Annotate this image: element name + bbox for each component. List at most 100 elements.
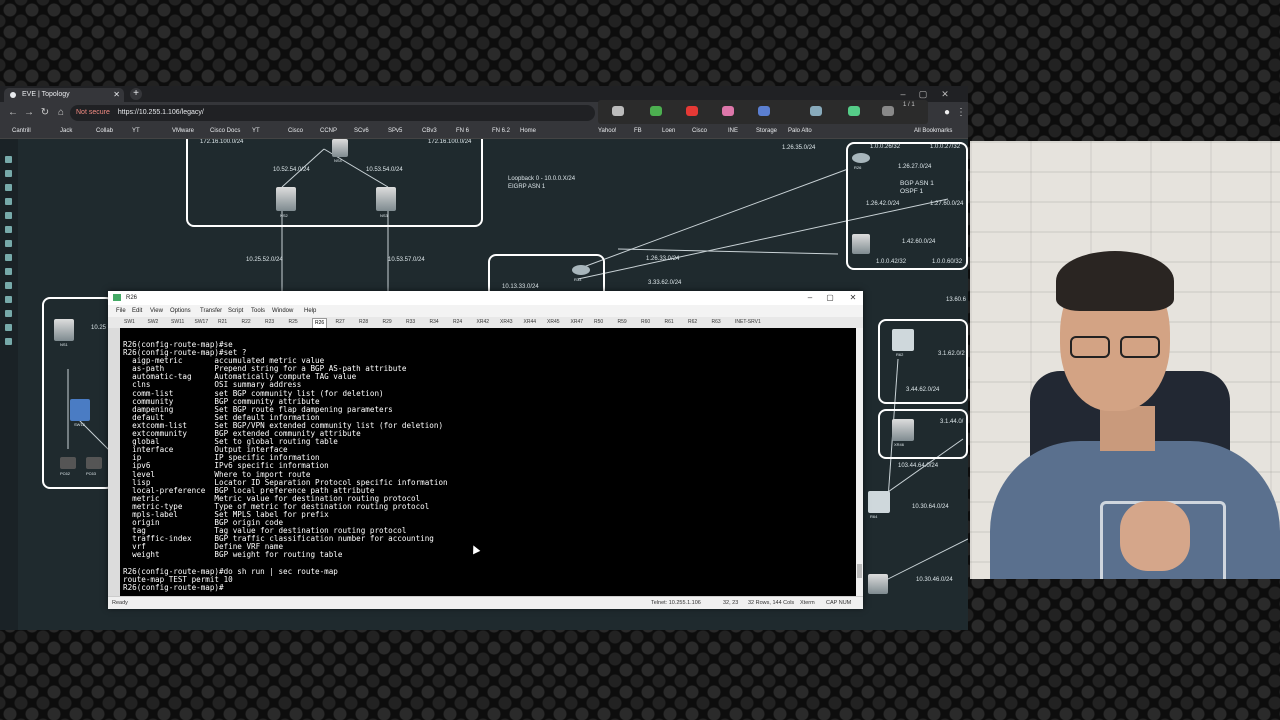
menu-file[interactable]: File — [116, 305, 126, 317]
maximize-icon[interactable]: ▢ — [914, 88, 932, 100]
session-tab-sw2[interactable]: SW2 — [148, 318, 159, 327]
session-tab-r29[interactable]: R29 — [383, 318, 392, 327]
bookmark-item[interactable]: Cisco — [692, 124, 707, 138]
color-tool-icon[interactable] — [686, 106, 698, 116]
screen-tool-icon[interactable] — [810, 106, 822, 116]
not-secure-badge[interactable]: Not secure — [76, 109, 110, 116]
session-tab-xr47[interactable]: XR47 — [571, 318, 584, 327]
bookmark-item[interactable]: Yahoo! — [598, 124, 617, 138]
menu-tools[interactable]: Tools — [251, 305, 265, 317]
router-r64[interactable] — [868, 491, 890, 513]
bookmark-item[interactable]: Cantrill — [12, 124, 31, 138]
workbook-icon[interactable] — [5, 324, 12, 331]
bookmark-item[interactable]: FB — [634, 124, 642, 138]
add-object-icon[interactable] — [5, 156, 12, 163]
menu-help[interactable]: Help — [304, 305, 316, 317]
session-tab-sw11[interactable]: SW11 — [171, 318, 184, 327]
bookmark-item[interactable]: Cisco — [288, 124, 303, 138]
bookmark-item[interactable]: YT — [132, 124, 140, 138]
menu-script[interactable]: Script — [228, 305, 243, 317]
session-tab-r25[interactable]: R25 — [289, 318, 298, 327]
terminal-maximize-icon[interactable]: ▢ — [820, 291, 840, 305]
menu-window[interactable]: Window — [272, 305, 293, 317]
session-tab-r50[interactable]: R50 — [594, 318, 603, 327]
bookmark-item[interactable]: Home — [520, 124, 536, 138]
session-tab-r62[interactable]: R62 — [688, 318, 697, 327]
session-tab-sw1[interactable]: SW1 — [124, 318, 135, 327]
switch-ns3[interactable] — [376, 187, 396, 211]
session-tab-r21[interactable]: R21 — [218, 318, 227, 327]
bookmark-item[interactable]: CCNP — [320, 124, 337, 138]
router-r26[interactable] — [852, 153, 870, 163]
session-tab-r22[interactable]: R22 — [242, 318, 251, 327]
pen-tool-icon[interactable] — [612, 106, 624, 116]
nodes-icon[interactable] — [5, 170, 12, 177]
home-icon[interactable]: ⌂ — [54, 106, 68, 120]
networks-icon[interactable] — [5, 184, 12, 191]
session-tab-r59[interactable]: R59 — [618, 318, 627, 327]
router-xr46[interactable] — [892, 419, 914, 441]
router-xr46b[interactable] — [868, 574, 888, 594]
pc-pc62[interactable] — [60, 457, 76, 469]
switch-sw12[interactable] — [70, 399, 90, 421]
browser-tab[interactable]: EVE | Topology ✕ — [4, 88, 124, 102]
terminal-titlebar[interactable]: R26 – ▢ ✕ — [108, 291, 863, 305]
startup-config-icon[interactable] — [5, 198, 12, 205]
undo-tool-icon[interactable] — [758, 106, 770, 116]
close-tab-icon[interactable]: ✕ — [113, 88, 120, 102]
session-tab-r60[interactable]: R60 — [641, 318, 650, 327]
settings-tool-icon[interactable] — [882, 106, 894, 116]
bookmark-item[interactable]: FN 6.2 — [492, 124, 510, 138]
session-tab-r23[interactable]: R23 — [265, 318, 274, 327]
lock-icon[interactable] — [5, 310, 12, 317]
marker-tool-icon[interactable] — [650, 106, 662, 116]
session-tab-r61[interactable]: R61 — [665, 318, 674, 327]
zoom-icon[interactable] — [5, 254, 12, 261]
bookmark-item[interactable]: YT — [252, 124, 260, 138]
session-tab-sw17[interactable]: SW17 — [195, 318, 209, 327]
forward-icon[interactable]: → — [22, 106, 36, 120]
pc-pc63[interactable] — [86, 457, 102, 469]
eraser-tool-icon[interactable] — [722, 106, 734, 116]
menu-transfer[interactable]: Transfer — [200, 305, 222, 317]
bookmark-item[interactable]: Storage — [756, 124, 777, 138]
refresh-icon[interactable] — [5, 240, 12, 247]
menu-kebab-icon[interactable]: ⋮ — [954, 106, 968, 120]
close-lab-icon[interactable] — [5, 338, 12, 345]
minimize-icon[interactable]: – — [894, 88, 912, 100]
router-r60[interactable] — [852, 234, 870, 254]
router-r33[interactable] — [572, 265, 590, 275]
session-tab-r27[interactable]: R27 — [336, 318, 345, 327]
pictures-icon[interactable] — [5, 226, 12, 233]
freeze-icon[interactable] — [5, 296, 12, 303]
switch-ns1[interactable] — [54, 319, 74, 341]
bookmark-item[interactable]: Collab — [96, 124, 113, 138]
bookmark-item[interactable]: Jack — [60, 124, 72, 138]
session-tab-r33[interactable]: R33 — [406, 318, 415, 327]
bookmark-item[interactable]: Palo Alto — [788, 124, 812, 138]
session-tab-inet-srv1[interactable]: INET-SRV1 — [735, 318, 761, 327]
session-manager-gutter[interactable] — [108, 328, 120, 596]
session-tab-r63[interactable]: R63 — [712, 318, 721, 327]
menu-view[interactable]: View — [150, 305, 163, 317]
bookmark-item[interactable]: SCv6 — [354, 124, 369, 138]
session-tab-xr43[interactable]: XR43 — [500, 318, 513, 327]
session-tab-xr42[interactable]: XR42 — [477, 318, 490, 327]
reload-icon[interactable]: ↻ — [38, 106, 52, 120]
bookmark-item[interactable]: Cisco Docs — [210, 124, 240, 138]
profile-avatar-icon[interactable]: ● — [940, 106, 954, 120]
bookmark-item[interactable]: Loen — [662, 124, 675, 138]
new-tab-button[interactable]: + — [130, 88, 142, 100]
switch-ns2[interactable] — [276, 187, 296, 211]
terminal-minimize-icon[interactable]: – — [800, 291, 820, 305]
switch-ns4[interactable] — [332, 139, 348, 157]
session-tab-r24[interactable]: R24 — [453, 318, 462, 327]
terminal-screen[interactable]: R26(config-route-map)#se R26(config-route… — [120, 328, 856, 596]
session-tab-xr44[interactable]: XR44 — [524, 318, 537, 327]
bookmark-item[interactable]: VMware — [172, 124, 194, 138]
address-bar[interactable]: Not secure https://10.255.1.106/legacy/ — [70, 105, 595, 121]
status-icon[interactable] — [5, 268, 12, 275]
scroll-thumb[interactable] — [857, 564, 862, 578]
router-r62[interactable] — [892, 329, 914, 351]
session-tab-r28[interactable]: R28 — [359, 318, 368, 327]
